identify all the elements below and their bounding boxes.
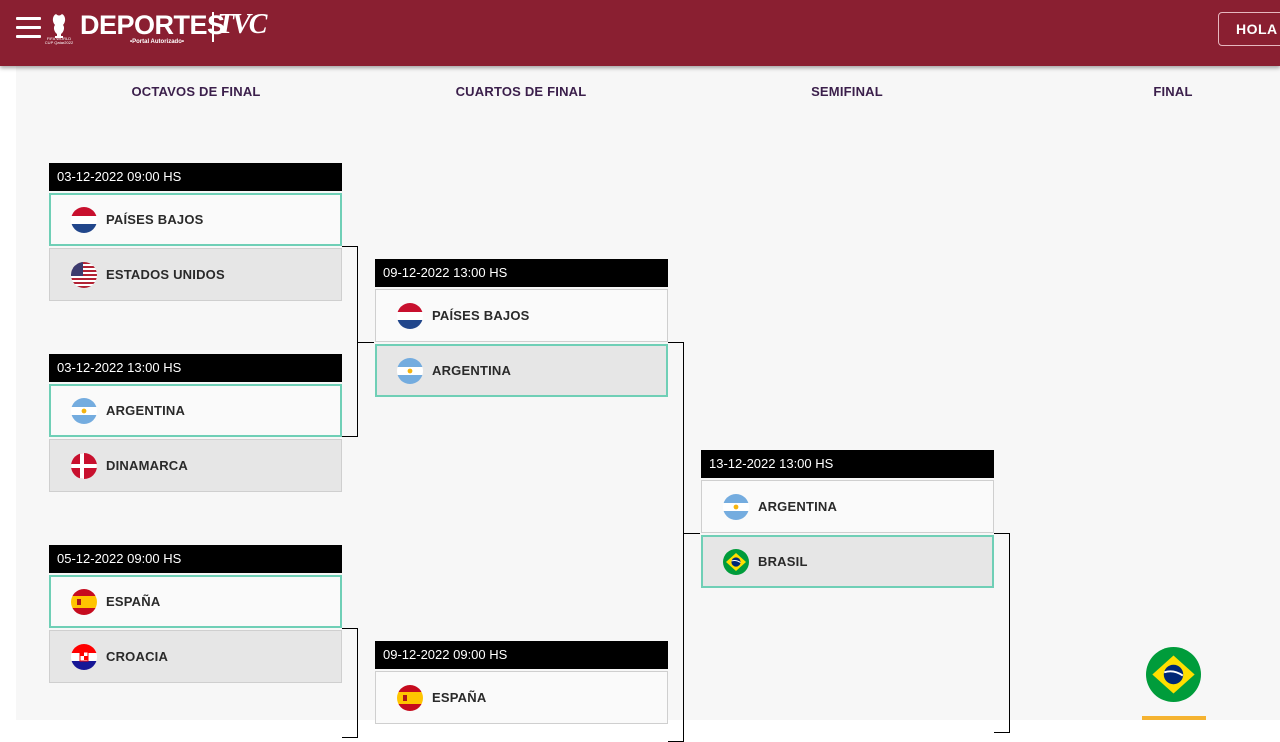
- match-date: 13-12-2022 13:00 HS: [701, 450, 994, 478]
- round-title-final: FINAL: [1153, 84, 1193, 99]
- trophy-caption: FIFA WORLD CUP Qatar2022: [44, 36, 74, 45]
- team-name: CROACIA: [106, 649, 169, 664]
- team-row[interactable]: PAÍSES BAJOS: [49, 193, 342, 246]
- round-title-cuartos: CUARTOS DE FINAL: [455, 84, 587, 99]
- bracket-connector: [358, 342, 374, 343]
- denmark-flag-icon: [71, 453, 97, 479]
- croatia-flag-icon: [71, 644, 97, 670]
- match-date: 09-12-2022 13:00 HS: [375, 259, 668, 287]
- logo-brand: TVC: [217, 9, 267, 40]
- match-date: 03-12-2022 13:00 HS: [49, 354, 342, 382]
- bracket-connector: [342, 628, 358, 738]
- argentina-flag-icon: [723, 494, 749, 520]
- team-name: PAÍSES BAJOS: [106, 212, 204, 227]
- team-row[interactable]: CROACIA: [49, 630, 342, 683]
- match-date: 09-12-2022 09:00 HS: [375, 641, 668, 669]
- match-date: 05-12-2022 09:00 HS: [49, 545, 342, 573]
- match-card: 09-12-2022 13:00 HS PAÍSES BAJOS ARGENTI…: [375, 259, 668, 397]
- final-highlight-bar: [1142, 716, 1206, 720]
- match-card: 13-12-2022 13:00 HS ARGENTINA BRASIL: [701, 450, 994, 588]
- logo-subtitle: •Portal Autorizado•: [130, 39, 184, 45]
- argentina-flag-icon: [397, 358, 423, 384]
- netherlands-flag-icon: [397, 303, 423, 329]
- team-name: ESPAÑA: [106, 594, 161, 609]
- bracket-connector: [668, 342, 684, 742]
- team-row[interactable]: ESTADOS UNIDOS: [49, 248, 342, 301]
- match-card: 09-12-2022 09:00 HS ESPAÑA: [375, 641, 668, 724]
- round-title-octavos: OCTAVOS DE FINAL: [131, 84, 261, 99]
- top-header-bar: FIFA WORLD CUP Qatar2022 DEPORTES TVC •P…: [0, 0, 1280, 66]
- team-name: ARGENTINA: [432, 363, 512, 378]
- match-card: 03-12-2022 09:00 HS PAÍSES BAJOS ESTADOS…: [49, 163, 342, 301]
- round-title-semifinal: SEMIFINAL: [811, 84, 883, 99]
- team-row[interactable]: PAÍSES BAJOS: [375, 289, 668, 342]
- match-card: 05-12-2022 09:00 HS ESPAÑA CROACIA: [49, 545, 342, 683]
- team-row[interactable]: BRASIL: [701, 535, 994, 588]
- logo-divider: [212, 12, 214, 42]
- team-name: ARGENTINA: [106, 403, 186, 418]
- spain-flag-icon: [397, 685, 423, 711]
- brazil-flag-icon: [723, 549, 749, 575]
- argentina-flag-icon: [71, 398, 97, 424]
- team-name: DINAMARCA: [106, 458, 188, 473]
- user-greeting-button[interactable]: HOLA: [1218, 12, 1280, 46]
- team-row[interactable]: ESPAÑA: [375, 671, 668, 724]
- team-name: ESTADOS UNIDOS: [106, 267, 225, 282]
- team-row[interactable]: ARGENTINA: [49, 384, 342, 437]
- team-row[interactable]: ARGENTINA: [701, 480, 994, 533]
- team-name: BRASIL: [758, 554, 808, 569]
- match-date: 03-12-2022 09:00 HS: [49, 163, 342, 191]
- team-row[interactable]: ARGENTINA: [375, 344, 668, 397]
- team-name: ESPAÑA: [432, 690, 487, 705]
- hamburger-menu-icon[interactable]: [16, 17, 41, 39]
- team-row[interactable]: ESPAÑA: [49, 575, 342, 628]
- team-row[interactable]: DINAMARCA: [49, 439, 342, 492]
- bracket-connector: [994, 533, 1010, 733]
- match-card: 03-12-2022 13:00 HS ARGENTINA DINAMARCA: [49, 354, 342, 492]
- team-name: PAÍSES BAJOS: [432, 308, 530, 323]
- logo-title: DEPORTES: [80, 10, 225, 40]
- bracket-connector: [684, 533, 700, 534]
- brazil-flag-icon[interactable]: [1146, 647, 1201, 702]
- team-name: ARGENTINA: [758, 499, 838, 514]
- netherlands-flag-icon: [71, 207, 97, 233]
- bracket-connector: [342, 246, 358, 437]
- spain-flag-icon: [71, 589, 97, 615]
- usa-flag-icon: [71, 262, 97, 288]
